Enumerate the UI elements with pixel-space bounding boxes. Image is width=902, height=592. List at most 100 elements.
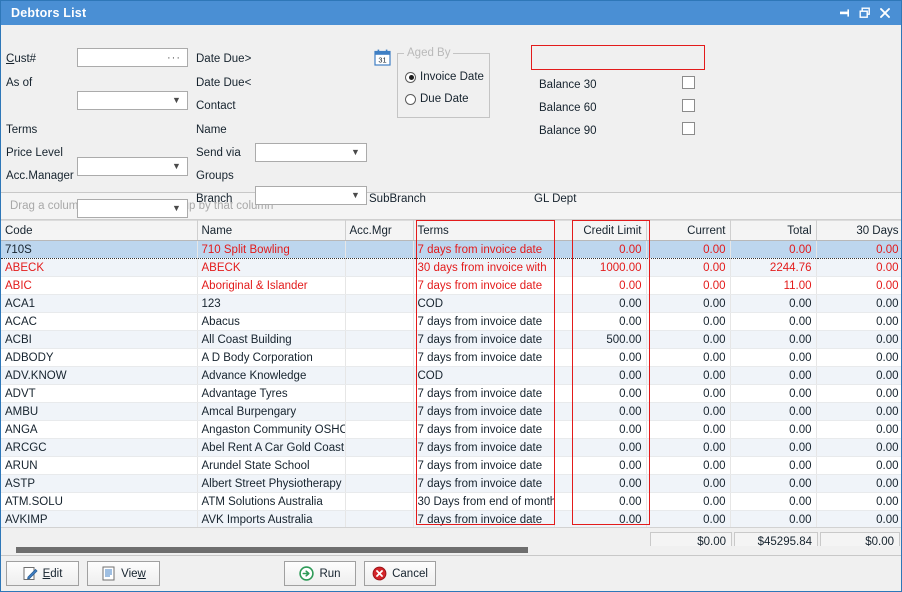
table-row[interactable]: AVKIMPAVK Imports Australia7 days from i…	[1, 511, 901, 528]
cell-current: 0.00	[646, 385, 730, 403]
column-header-current[interactable]: Current	[646, 221, 730, 241]
terms-dropdown[interactable]: ▼	[77, 157, 188, 176]
cell-accmgr	[345, 403, 413, 421]
cell-total: 0.00	[730, 421, 816, 439]
cell-credit_limit: 500.00	[554, 331, 646, 349]
table-header-row: Code Name Acc.Mgr Terms Credit Limit Cur…	[1, 221, 901, 241]
table-row[interactable]: ARUNArundel State School7 days from invo…	[1, 457, 901, 475]
scrollbar-thumb[interactable]	[16, 547, 528, 553]
run-button[interactable]: Run	[284, 561, 356, 586]
table-row[interactable]: ACACAbacus7 days from invoice date0.000.…	[1, 313, 901, 331]
table-row[interactable]: ADVTAdvantage Tyres7 days from invoice d…	[1, 385, 901, 403]
cell-code: ASTP	[1, 475, 197, 493]
cell-accmgr	[345, 349, 413, 367]
cust-ellipsis-icon[interactable]: ···	[167, 52, 183, 64]
table-row[interactable]: ACA1123COD0.000.000.000.00	[1, 295, 901, 313]
cell-code: ATM.SOLU	[1, 493, 197, 511]
table-row[interactable]: ATM.SOLUATM Solutions Australia30 Days f…	[1, 493, 901, 511]
column-header-credit-limit[interactable]: Credit Limit	[554, 221, 646, 241]
date-due-gt-dropdown[interactable]: ▼	[255, 143, 367, 162]
as-of-dropdown[interactable]: ▼	[77, 91, 188, 110]
cell-terms: 7 days from invoice date	[413, 241, 554, 259]
cell-terms: 7 days from invoice date	[413, 349, 554, 367]
cell-name: Advance Knowledge	[197, 367, 345, 385]
radio-due-date[interactable]: Due Date	[405, 93, 469, 105]
cell-days30: 0.00	[816, 367, 901, 385]
table-row[interactable]: AMBUAmcal Burpengary7 days from invoice …	[1, 403, 901, 421]
cell-days30: 0.00	[816, 439, 901, 457]
run-icon	[299, 566, 314, 581]
radio-invoice-date[interactable]: Invoice Date	[405, 71, 484, 83]
table-row[interactable]: ADV.KNOWAdvance KnowledgeCOD0.000.000.00…	[1, 367, 901, 385]
cell-code: ARCGC	[1, 439, 197, 457]
column-header-terms[interactable]: Terms	[413, 221, 554, 241]
cancel-button[interactable]: Cancel	[364, 561, 436, 586]
cell-current: 0.00	[646, 493, 730, 511]
subbranch-label: SubBranch	[369, 192, 426, 206]
date-due-lt-dropdown[interactable]: ▼	[255, 186, 367, 205]
cell-accmgr	[345, 385, 413, 403]
cell-days30: 0.00	[816, 277, 901, 295]
cell-terms: 7 days from invoice date	[413, 385, 554, 403]
cell-days30: 0.00	[816, 349, 901, 367]
table-row[interactable]: ABECKABECK30 days from invoice with1000.…	[1, 259, 901, 277]
cell-credit_limit: 0.00	[554, 457, 646, 475]
balance-30-checkbox[interactable]	[682, 76, 695, 89]
price-level-dropdown[interactable]: ▼	[77, 199, 188, 218]
cell-credit_limit: 0.00	[554, 493, 646, 511]
cell-days30: 0.00	[816, 259, 901, 277]
cell-current: 0.00	[646, 349, 730, 367]
radio-invoice-date-label: Invoice Date	[420, 71, 484, 83]
table-row[interactable]: ASTPAlbert Street Physiotherapy7 days fr…	[1, 475, 901, 493]
cell-terms: 7 days from invoice date	[413, 439, 554, 457]
column-header-total[interactable]: Total	[730, 221, 816, 241]
cell-code: ADV.KNOW	[1, 367, 197, 385]
view-button[interactable]: View	[87, 561, 160, 586]
cell-days30: 0.00	[816, 313, 901, 331]
balance-90-label: Balance 90	[539, 124, 597, 138]
cell-days30: 0.00	[816, 385, 901, 403]
cell-accmgr	[345, 421, 413, 439]
edit-button[interactable]: Edit	[6, 561, 79, 586]
cell-current: 0.00	[646, 367, 730, 385]
cust-input[interactable]: ···	[77, 48, 188, 67]
column-header-30-days[interactable]: 30 Days	[816, 221, 901, 241]
cell-name: Advantage Tyres	[197, 385, 345, 403]
balance-90-checkbox[interactable]	[682, 122, 695, 135]
table-row[interactable]: 710S710 Split Bowling7 days from invoice…	[1, 241, 901, 259]
cell-credit_limit: 1000.00	[554, 259, 646, 277]
cell-code: ANGA	[1, 421, 197, 439]
table-row[interactable]: ABICAboriginal & Islander7 days from inv…	[1, 277, 901, 295]
cell-days30: 0.00	[816, 331, 901, 349]
cell-terms: COD	[413, 295, 554, 313]
horizontal-scrollbar[interactable]	[4, 546, 900, 555]
cancel-icon	[372, 566, 387, 581]
filter-panel: Cust# As of Terms Price Level Acc.Manage…	[1, 25, 901, 193]
table-row[interactable]: ARCGCAbel Rent A Car Gold Coast7 days fr…	[1, 439, 901, 457]
cell-code: ARUN	[1, 457, 197, 475]
cell-accmgr	[345, 259, 413, 277]
as-of-label: As of	[6, 76, 32, 90]
table-row[interactable]: ACBIAll Coast Building7 days from invoic…	[1, 331, 901, 349]
balance-60-checkbox[interactable]	[682, 99, 695, 112]
table-row[interactable]: ADBODYA D Body Corporation7 days from in…	[1, 349, 901, 367]
cell-code: ADBODY	[1, 349, 197, 367]
close-icon[interactable]	[875, 3, 895, 23]
column-header-code[interactable]: Code	[1, 221, 197, 241]
cell-name: ATM Solutions Australia	[197, 493, 345, 511]
edit-icon	[23, 566, 38, 581]
totals-bar: $0.00 $45295.84 $0.00	[1, 527, 901, 555]
cell-terms: 7 days from invoice date	[413, 277, 554, 295]
cell-accmgr	[345, 331, 413, 349]
cell-code: ACBI	[1, 331, 197, 349]
column-header-accmgr[interactable]: Acc.Mgr	[345, 221, 413, 241]
cell-credit_limit: 0.00	[554, 313, 646, 331]
pin-icon[interactable]	[835, 3, 855, 23]
restore-icon[interactable]	[855, 3, 875, 23]
table-row[interactable]: ANGAAngaston Community OSHC7 days from i…	[1, 421, 901, 439]
calendar-icon[interactable]: 31	[374, 49, 391, 66]
column-header-name[interactable]: Name	[197, 221, 345, 241]
cell-days30: 0.00	[816, 475, 901, 493]
debtors-table: Code Name Acc.Mgr Terms Credit Limit Cur…	[1, 220, 901, 527]
cell-days30: 0.00	[816, 493, 901, 511]
